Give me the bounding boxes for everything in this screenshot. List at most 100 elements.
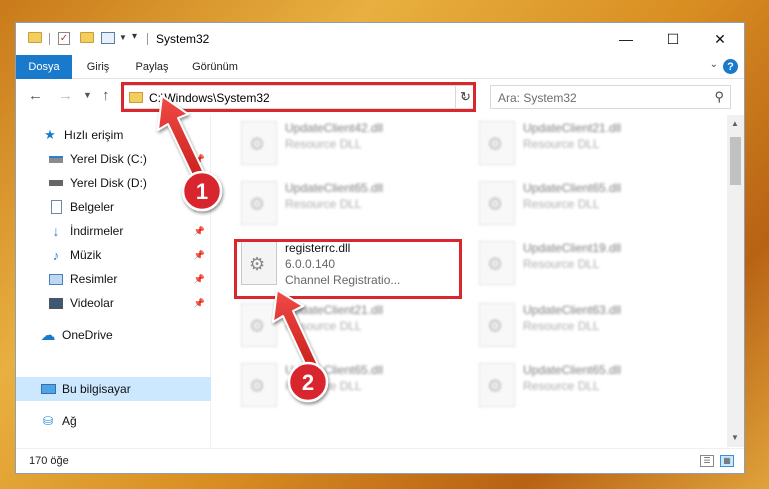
pin-icon[interactable]: 📌 bbox=[194, 298, 205, 309]
file-tile[interactable]: UpdateClient65.dll Resource DLL bbox=[477, 357, 699, 413]
up-arrow-icon[interactable]: ↑ bbox=[102, 87, 110, 104]
item-count: 170 öğe bbox=[29, 455, 69, 467]
close-button[interactable]: ✕ bbox=[697, 23, 743, 55]
nav-item-drive-c[interactable]: Yerel Disk (C:) 📌 bbox=[16, 147, 211, 171]
scroll-down-icon[interactable]: ▼ bbox=[731, 433, 739, 442]
navigation-pane: ★ Hızlı erişim Yerel Disk (C:) 📌 Yerel D… bbox=[16, 115, 211, 447]
file-name: UpdateClient65.dll bbox=[285, 363, 384, 377]
help-icon[interactable]: ? bbox=[723, 59, 738, 74]
nav-label: Yerel Disk (D:) bbox=[70, 176, 147, 190]
search-input[interactable]: Ara: System32 ⚲ bbox=[490, 85, 731, 109]
back-arrow-icon[interactable]: ← bbox=[28, 87, 43, 104]
nav-network[interactable]: ⛁ Ağ bbox=[16, 409, 211, 433]
chevron-down-icon[interactable]: ▼ bbox=[119, 33, 127, 42]
dll-file-icon bbox=[479, 241, 515, 285]
recent-locations-icon[interactable]: ▼ bbox=[83, 90, 92, 100]
nav-item-videos[interactable]: Videolar 📌 bbox=[16, 291, 211, 315]
nav-label: Yerel Disk (C:) bbox=[70, 152, 147, 166]
tiles-view-icon[interactable]: ▦ bbox=[720, 455, 734, 467]
minimize-button[interactable]: — bbox=[603, 23, 649, 55]
properties-check-icon[interactable]: ✓ bbox=[58, 32, 70, 45]
file-tile[interactable]: UpdateClient21.dll Resource DLL bbox=[477, 115, 699, 171]
file-name: UpdateClient19.dll bbox=[523, 241, 622, 255]
dll-file-icon bbox=[241, 303, 277, 347]
expand-ribbon-icon[interactable]: ⌄ bbox=[710, 59, 718, 70]
file-name: UpdateClient65.dll bbox=[285, 181, 384, 195]
videos-icon bbox=[48, 296, 64, 310]
file-description: Resource DLL bbox=[523, 137, 600, 151]
nav-item-music[interactable]: ♪ Müzik 📌 bbox=[16, 243, 211, 267]
file-description: Resource DLL bbox=[523, 257, 600, 271]
title-separator bbox=[147, 33, 148, 45]
pin-icon[interactable]: 📌 bbox=[194, 250, 205, 261]
file-description: Resource DLL bbox=[285, 137, 362, 151]
file-description: Resource DLL bbox=[285, 197, 362, 211]
pin-icon[interactable]: 📌 bbox=[194, 226, 205, 237]
dll-file-icon bbox=[479, 363, 515, 407]
dll-file-icon bbox=[479, 181, 515, 225]
folder-icon bbox=[28, 32, 42, 43]
nav-label: OneDrive bbox=[62, 328, 113, 342]
quick-access-icon[interactable] bbox=[101, 32, 115, 44]
file-tile[interactable]: UpdateClient65.dll Resource DLL bbox=[477, 175, 699, 231]
nav-this-pc[interactable]: Bu bilgisayar bbox=[16, 377, 211, 401]
tab-share[interactable]: Paylaş bbox=[128, 55, 176, 79]
pin-icon[interactable]: 📌 bbox=[194, 274, 205, 285]
nav-label: Belgeler bbox=[70, 200, 115, 214]
file-description: Resource DLL bbox=[285, 379, 362, 393]
details-view-icon[interactable]: ☰ bbox=[700, 455, 714, 467]
address-highlight bbox=[121, 82, 476, 112]
nav-item-downloads[interactable]: ↓ İndirmeler 📌 bbox=[16, 219, 211, 243]
window-title: System32 bbox=[156, 32, 210, 46]
file-tile[interactable]: UpdateClient65.dll Resource DLL bbox=[239, 175, 461, 231]
nav-label: Bu bilgisayar bbox=[62, 382, 131, 396]
maximize-button[interactable]: ☐ bbox=[650, 23, 696, 55]
pin-icon[interactable]: 📌 bbox=[194, 154, 205, 165]
customize-toolbar-icon[interactable]: ▾ bbox=[132, 31, 137, 42]
nav-label: Resimler bbox=[70, 272, 118, 286]
nav-label: Hızlı erişim bbox=[64, 128, 124, 142]
nav-item-pictures[interactable]: Resimler 📌 bbox=[16, 267, 211, 291]
file-name: UpdateClient42.dll bbox=[285, 121, 384, 135]
forward-arrow-icon[interactable]: → bbox=[58, 87, 73, 104]
nav-item-documents[interactable]: Belgeler 📌 bbox=[16, 195, 211, 219]
nav-label: Müzik bbox=[70, 248, 102, 262]
tab-home[interactable]: Giriş bbox=[78, 55, 118, 79]
tab-view[interactable]: Görünüm bbox=[186, 55, 244, 79]
dll-file-icon bbox=[479, 121, 515, 165]
dll-file-icon bbox=[241, 181, 277, 225]
file-name: UpdateClient21.dll bbox=[523, 121, 622, 135]
pin-icon[interactable]: 📌 bbox=[194, 202, 205, 213]
toolbar-separator bbox=[49, 33, 50, 45]
vertical-scrollbar[interactable]: ▲ ▼ bbox=[727, 115, 744, 447]
file-description: Resource DLL bbox=[523, 197, 600, 211]
file-tile[interactable]: UpdateClient65.dll Resource DLL bbox=[239, 357, 461, 413]
file-description: Resource DLL bbox=[523, 379, 600, 393]
download-icon: ↓ bbox=[52, 223, 60, 239]
scroll-up-icon[interactable]: ▲ bbox=[731, 119, 739, 128]
file-name: UpdateClient21.dll bbox=[285, 303, 384, 317]
cloud-icon: ☁ bbox=[40, 327, 56, 344]
nav-quick-access[interactable]: ★ Hızlı erişim bbox=[16, 123, 211, 147]
search-icon[interactable]: ⚲ bbox=[714, 89, 724, 105]
nav-label: Ağ bbox=[62, 414, 77, 428]
documents-icon bbox=[48, 200, 64, 214]
pictures-icon bbox=[48, 272, 64, 286]
dll-file-icon bbox=[241, 121, 277, 165]
nav-label: Videolar bbox=[70, 296, 114, 310]
file-tile[interactable]: UpdateClient19.dll Resource DLL bbox=[477, 235, 699, 291]
dll-file-icon bbox=[241, 363, 277, 407]
file-tile[interactable]: UpdateClient21.dll Resource DLL bbox=[239, 297, 461, 353]
file-name: UpdateClient63.dll bbox=[523, 303, 622, 317]
search-placeholder: Ara: System32 bbox=[498, 91, 577, 105]
nav-onedrive[interactable]: ☁ OneDrive bbox=[16, 323, 211, 347]
drive-icon bbox=[48, 176, 64, 190]
file-description: Resource DLL bbox=[285, 319, 362, 333]
file-tile[interactable]: UpdateClient42.dll Resource DLL bbox=[239, 115, 461, 171]
file-tile[interactable]: UpdateClient63.dll Resource DLL bbox=[477, 297, 699, 353]
nav-item-drive-d[interactable]: Yerel Disk (D:) bbox=[16, 171, 211, 195]
scroll-thumb[interactable] bbox=[730, 137, 741, 185]
computer-icon bbox=[40, 382, 56, 396]
tab-file[interactable]: Dosya bbox=[16, 55, 72, 79]
new-folder-icon[interactable] bbox=[80, 32, 94, 43]
